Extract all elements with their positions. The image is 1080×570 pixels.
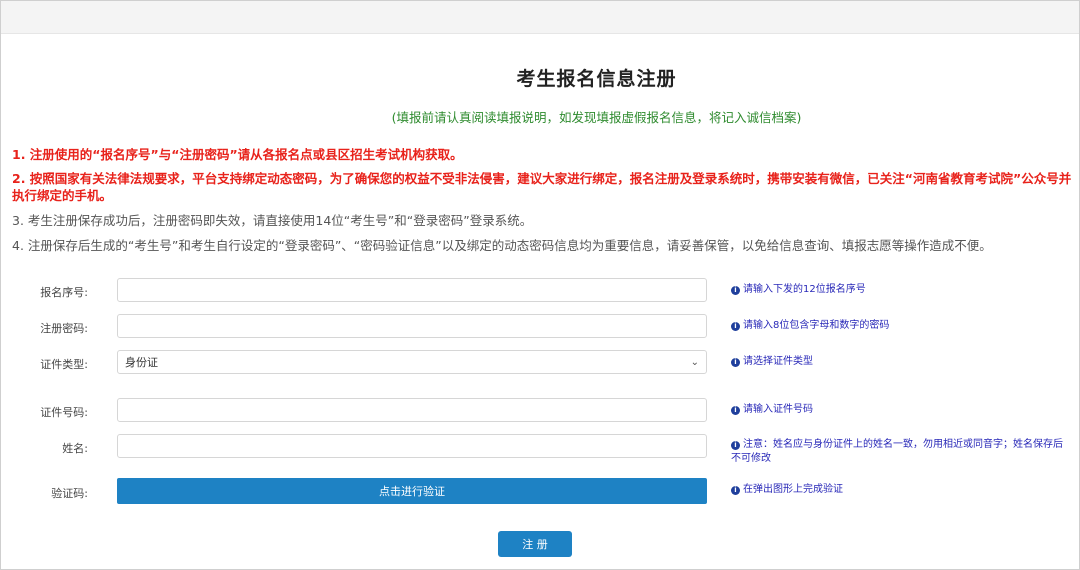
top-bar — [1, 1, 1079, 34]
captcha-hint-text: 在弹出图形上完成验证 — [743, 484, 843, 495]
captcha-hint: i 在弹出图形上完成验证 — [731, 483, 1071, 497]
id-number-label: 证件号码: — [40, 406, 88, 419]
register-button[interactable]: 注 册 — [498, 531, 572, 557]
password-input[interactable] — [117, 314, 707, 338]
serial-hint-text: 请输入下发的12位报名序号 — [743, 284, 866, 295]
id-type-label: 证件类型: — [40, 358, 88, 371]
password-hint-text: 请输入8位包含字母和数字的密码 — [743, 320, 890, 331]
page-title: 考生报名信息注册 — [516, 68, 677, 90]
info-circle-icon: i — [731, 486, 740, 495]
captcha-label: 验证码: — [51, 487, 88, 500]
id-type-select[interactable]: 身份证 ⌄ — [117, 350, 707, 374]
serial-hint: i 请输入下发的12位报名序号 — [731, 283, 1071, 297]
password-hint: i 请输入8位包含字母和数字的密码 — [731, 319, 1071, 333]
name-hint: i 注意：姓名应与身份证件上的姓名一致，勿用相近或同音字；姓名保存后不可修改 — [731, 438, 1071, 466]
id-type-hint-text: 请选择证件类型 — [743, 356, 813, 367]
verify-button[interactable]: 点击进行验证 — [117, 478, 707, 504]
instruction-1: 1. 注册使用的“报名序号”与“注册密码”请从各报名点或县区招生考试机构获取。 — [12, 147, 463, 162]
instruction-2: 2. 按照国家有关法律法规要求，平台支持绑定动态密码，为了确保您的权益不受非法侵… — [12, 171, 1072, 203]
info-circle-icon: i — [731, 358, 740, 367]
serial-input[interactable] — [117, 278, 707, 302]
page-subtitle: (填报前请认真阅读填报说明，如发现填报虚假报名信息，将记入诚信档案) — [391, 110, 802, 125]
info-circle-icon: i — [731, 441, 740, 450]
password-label: 注册密码: — [40, 322, 88, 335]
id-number-hint: i 请输入证件号码 — [731, 403, 1071, 417]
name-label: 姓名: — [62, 442, 88, 455]
instruction-3: 3. 考生注册保存成功后，注册密码即失效，请直接使用14位“考生号”和“登录密码… — [12, 213, 533, 228]
info-circle-icon: i — [731, 286, 740, 295]
name-hint-text: 注意：姓名应与身份证件上的姓名一致，勿用相近或同音字；姓名保存后不可修改 — [731, 439, 1063, 464]
chevron-down-icon: ⌄ — [690, 356, 699, 368]
instruction-4: 4. 注册保存后生成的“考生号”和考生自行设定的“登录密码”、“密码验证信息”以… — [12, 238, 992, 253]
id-type-value: 身份证 — [125, 356, 158, 369]
info-circle-icon: i — [731, 406, 740, 415]
id-number-input[interactable] — [117, 398, 707, 422]
id-number-hint-text: 请输入证件号码 — [743, 404, 813, 415]
info-circle-icon: i — [731, 322, 740, 331]
name-input[interactable] — [117, 434, 707, 458]
serial-label: 报名序号: — [40, 286, 88, 299]
id-type-hint: i 请选择证件类型 — [731, 355, 1071, 369]
